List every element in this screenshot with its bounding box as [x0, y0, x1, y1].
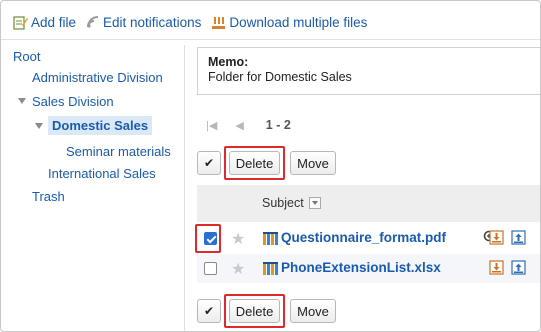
move-button-top[interactable]: Move: [290, 151, 336, 175]
upload-icon[interactable]: [511, 260, 526, 275]
edit-notifications-label: Edit notifications: [103, 14, 202, 30]
select-all-button-bottom[interactable]: ✔: [197, 299, 221, 323]
expand-triangle-icon[interactable]: [35, 123, 43, 129]
tree-node-root[interactable]: Root: [13, 49, 40, 64]
tree-node-domestic-sales[interactable]: Domestic Sales: [48, 116, 153, 135]
row-checkbox[interactable]: [204, 262, 217, 275]
highlight-box: [224, 294, 285, 328]
memo-text: Folder for Domestic Sales: [208, 70, 352, 84]
download-multiple-icon: [212, 16, 226, 29]
table-header: Subject: [197, 185, 540, 222]
first-page-icon[interactable]: |◀: [206, 119, 217, 132]
file-type-icon: [263, 232, 278, 245]
toolbar-divider: [1, 39, 540, 40]
notification-icon: [87, 16, 99, 28]
subject-column-header: Subject: [262, 196, 304, 210]
download-icon[interactable]: [489, 260, 504, 275]
select-all-button[interactable]: ✔: [197, 151, 221, 175]
move-button-bottom[interactable]: Move: [290, 299, 336, 323]
toolbar: Add file Edit notifications Download mul…: [13, 11, 377, 33]
star-icon[interactable]: ★: [231, 229, 245, 249]
tree-node-trash[interactable]: Trash: [32, 189, 65, 204]
sort-dropdown-icon[interactable]: [309, 197, 321, 209]
tree-node-administrative-division[interactable]: Administrative Division: [32, 70, 163, 85]
tree-node-seminar-materials[interactable]: Seminar materials: [66, 144, 171, 159]
star-icon[interactable]: ★: [231, 259, 245, 279]
file-type-icon: [263, 262, 278, 275]
memo-label: Memo:: [208, 55, 249, 69]
tree-node-international-sales[interactable]: International Sales: [48, 166, 156, 181]
file-name-link[interactable]: Questionnaire_format.pdf: [281, 230, 446, 245]
page-range: 1 - 2: [265, 118, 291, 132]
tree-node-sales-division[interactable]: Sales Division: [32, 94, 114, 109]
previous-page-icon[interactable]: ◀: [235, 119, 243, 132]
file-management-window: Add file Edit notifications Download mul…: [0, 0, 541, 332]
edit-notifications-link[interactable]: Edit notifications: [86, 15, 201, 30]
add-file-icon: [13, 15, 28, 30]
highlight-box: [195, 224, 221, 253]
download-multiple-files-link[interactable]: Download multiple files: [211, 15, 367, 30]
panel-divider: [184, 45, 185, 331]
pagination: |◀ ◀ 1 - 2: [206, 118, 291, 132]
folder-memo: Memo: Folder for Domestic Sales: [197, 47, 540, 95]
file-name-link[interactable]: PhoneExtensionList.xlsx: [281, 260, 441, 275]
add-file-label: Add file: [31, 14, 77, 30]
highlight-box: [224, 146, 285, 180]
expand-triangle-icon[interactable]: [18, 98, 26, 104]
download-multiple-label: Download multiple files: [229, 14, 368, 30]
upload-icon[interactable]: [511, 230, 526, 245]
add-file-link[interactable]: Add file: [13, 15, 76, 30]
download-icon[interactable]: [489, 230, 504, 245]
